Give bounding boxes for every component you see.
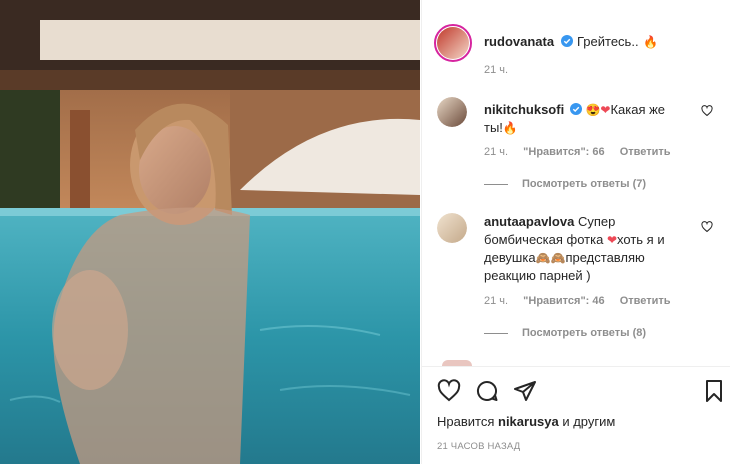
view-replies-button[interactable]: Посмотреть ответы (7): [484, 178, 646, 190]
likes-prefix: Нравится: [437, 414, 495, 429]
comment-icon[interactable]: [475, 379, 499, 403]
see-no-evil-emoji-icon: 🙈🙈: [535, 251, 566, 265]
comment-text-cont: представляю: [565, 250, 645, 265]
comment-time: 21 ч.: [484, 295, 509, 307]
comment-text-cont: бомбическая фотка: [484, 232, 604, 247]
comment-text: Какая же: [610, 102, 666, 117]
post-photo[interactable]: [0, 0, 420, 464]
red-heart-emoji-icon: ❤: [606, 233, 618, 247]
share-icon[interactable]: [513, 379, 537, 403]
like-comment-heart-icon[interactable]: [701, 221, 713, 233]
post-timestamp: 21 часов назад: [437, 441, 521, 452]
verified-icon: [560, 35, 573, 47]
view-replies-line: [484, 332, 508, 334]
heart-eyes-emoji-icon: 😍: [585, 103, 601, 117]
caption-text: Грейтесь..: [576, 34, 639, 49]
comment-text-cont: реакцию парней ): [484, 268, 591, 283]
heart-icon[interactable]: [437, 379, 461, 403]
view-replies-label: Посмотреть ответы (8): [522, 327, 647, 339]
comment-meta: 21 ч. "Нравится": 46 Ответить: [484, 295, 671, 307]
reply-button[interactable]: Ответить: [620, 146, 671, 158]
caption-time: 21 ч.: [484, 64, 509, 76]
comment-username[interactable]: nikitchuksofi: [484, 102, 564, 117]
fire-emoji-icon: 🔥: [502, 121, 518, 135]
bookmark-icon[interactable]: [702, 379, 726, 403]
caption-line: rudovanata Грейтесь.. 🔥: [484, 33, 658, 51]
like-comment-heart-icon[interactable]: [701, 105, 713, 117]
comment-body: nikitchuksofi 😍❤Какая же ты!🔥: [484, 101, 694, 137]
comment-username[interactable]: anutaapavlova: [484, 214, 574, 229]
comment-meta: 21 ч. "Нравится": 66 Ответить: [484, 146, 671, 158]
verified-icon: [569, 103, 582, 115]
reply-button[interactable]: Ответить: [620, 295, 671, 307]
comment-text-cont: девушка: [484, 250, 536, 265]
comment-text-cont: хоть я и: [617, 232, 665, 247]
author-avatar[interactable]: [434, 24, 472, 62]
comment-text-cont: ты!: [484, 120, 503, 135]
view-replies-label: Посмотреть ответы (7): [522, 178, 647, 190]
view-replies-button[interactable]: Посмотреть ответы (8): [484, 327, 646, 339]
likes-summary: Нравится nikarusya и другим: [437, 414, 615, 429]
comment-time: 21 ч.: [484, 146, 509, 158]
comment-avatar[interactable]: [437, 213, 467, 243]
view-replies-line: [484, 183, 508, 185]
comments-panel: rudovanata Грейтесь.. 🔥 21 ч. nikitchuks…: [421, 0, 730, 464]
comment-likes[interactable]: "Нравится": 66: [523, 146, 604, 158]
fire-emoji-icon: 🔥: [643, 35, 658, 49]
comment-avatar[interactable]: [437, 97, 467, 127]
red-heart-emoji-icon: ❤: [600, 103, 611, 117]
comment-likes[interactable]: "Нравится": 46: [523, 295, 604, 307]
comment-text: Супер: [577, 214, 616, 229]
likes-user[interactable]: nikarusya: [498, 414, 559, 429]
comment-body: anutaapavlova Супер бомбическая фотка ❤х…: [484, 213, 704, 285]
post-image: [0, 0, 420, 464]
post-actions: Нравится nikarusya и другим 21 часов наз…: [422, 366, 730, 465]
likes-suffix[interactable]: и другим: [562, 414, 615, 429]
author-username[interactable]: rudovanata: [484, 34, 554, 49]
